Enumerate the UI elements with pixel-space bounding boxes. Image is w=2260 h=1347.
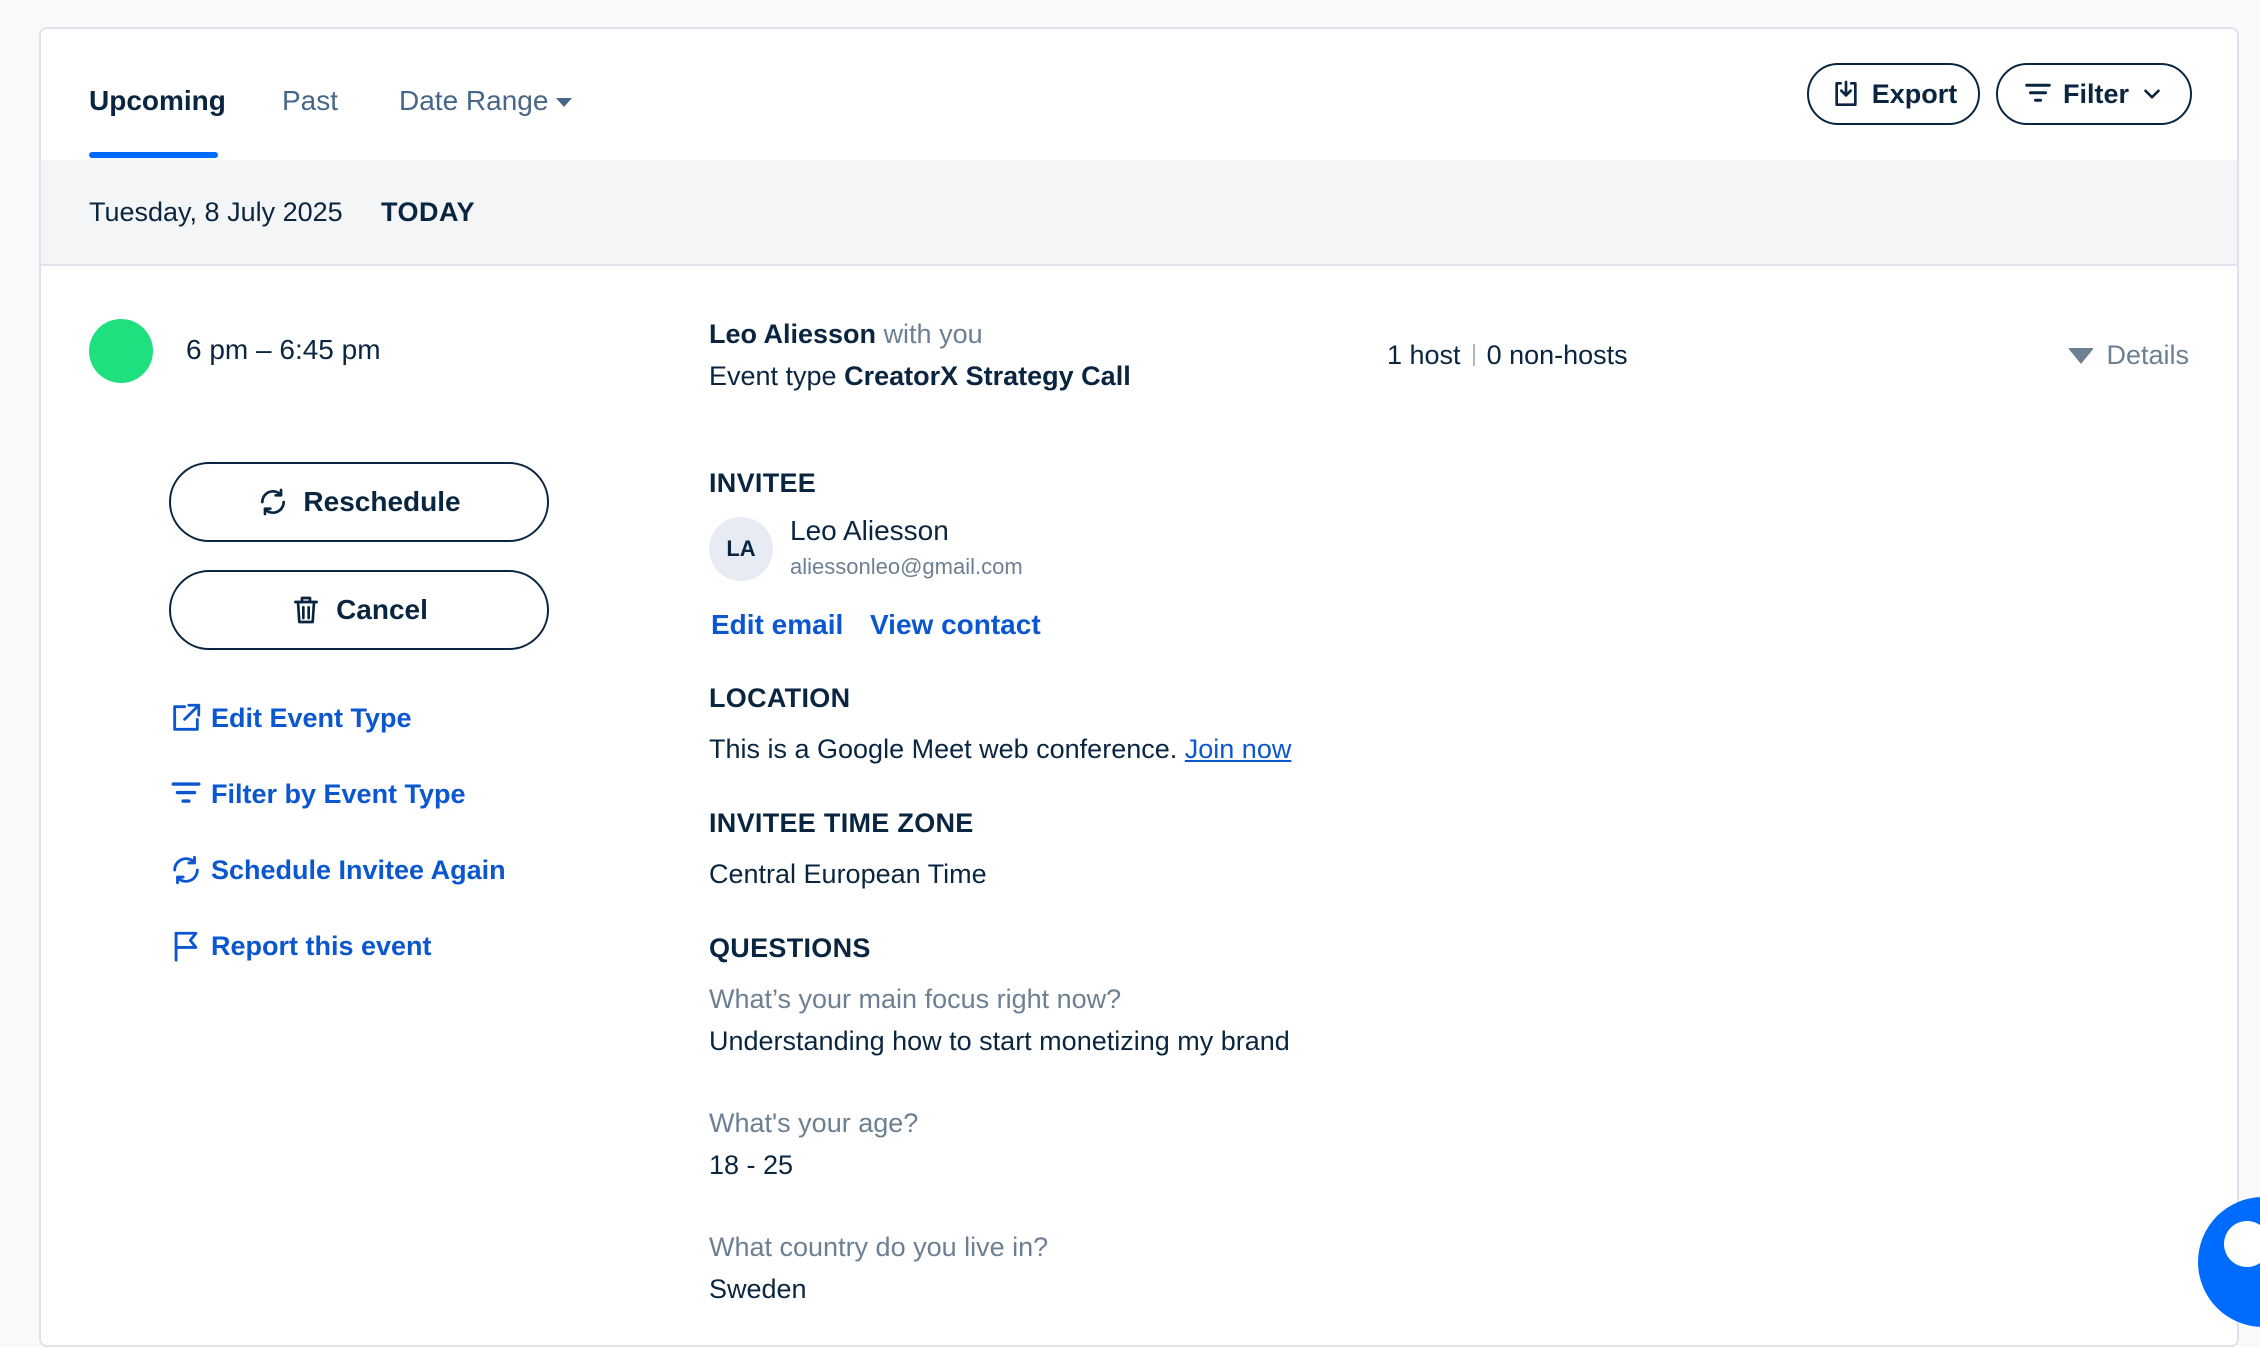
location-heading: LOCATION xyxy=(709,683,851,713)
question-text: What’s your main focus right now? xyxy=(709,984,1122,1014)
edit-email-link[interactable]: Edit email xyxy=(711,609,843,641)
export-button[interactable]: Export xyxy=(1807,63,1980,125)
host-count: 1 host xyxy=(1387,340,1461,370)
day-header: Tuesday, 8 July 2025 TODAY xyxy=(41,160,2237,266)
location-text: This is a Google Meet web conference. Jo… xyxy=(709,734,1291,765)
view-contact-link[interactable]: View contact xyxy=(870,609,1041,641)
filter-icon xyxy=(2025,83,2051,102)
external-link-icon xyxy=(173,703,201,731)
avatar: LA xyxy=(709,517,773,581)
location-description: This is a Google Meet web conference. xyxy=(709,734,1178,764)
active-tab-indicator xyxy=(89,152,218,158)
event-time: 6 pm – 6:45 pm xyxy=(186,334,381,365)
event-type-name: CreatorX Strategy Call xyxy=(844,361,1131,391)
edit-event-type-label: Edit Event Type xyxy=(211,702,412,733)
tab-date-range[interactable]: Date Range xyxy=(399,85,573,117)
schedule-invitee-again-label: Schedule Invitee Again xyxy=(211,854,506,885)
invitee-heading: INVITEE xyxy=(709,468,817,498)
event-participants: Leo Aliesson with you xyxy=(709,319,983,350)
join-now-link[interactable]: Join now xyxy=(1185,734,1292,764)
filter-by-event-type-label: Filter by Event Type xyxy=(211,778,466,809)
reschedule-label: Reschedule xyxy=(303,486,461,517)
host-divider xyxy=(1472,344,1475,366)
refresh-icon xyxy=(173,855,199,885)
tab-past[interactable]: Past xyxy=(282,85,338,117)
event-status-dot xyxy=(89,319,153,383)
invitee-email: aliessonleo@gmail.com xyxy=(790,554,1023,579)
answer-text: Sweden xyxy=(709,1274,807,1304)
filter-button[interactable]: Filter xyxy=(1996,63,2192,125)
download-icon xyxy=(1835,80,1857,106)
refresh-icon xyxy=(261,488,286,516)
chevron-down-icon xyxy=(2144,89,2160,99)
answer-text: 18 - 25 xyxy=(709,1150,794,1180)
non-host-count: 0 non-hosts xyxy=(1486,340,1628,370)
filter-icon xyxy=(171,782,201,803)
caret-down-icon xyxy=(556,98,573,108)
cancel-button[interactable]: Cancel xyxy=(169,570,549,650)
event-with-you: with you xyxy=(883,319,983,349)
question-text: What's your age? xyxy=(709,1108,919,1138)
cancel-label: Cancel xyxy=(336,594,428,625)
filter-by-event-type-link[interactable]: Filter by Event Type xyxy=(169,777,466,811)
tab-bar: Upcoming Past Date Range Export Filter xyxy=(41,29,2237,162)
schedule-invitee-again-link[interactable]: Schedule Invitee Again xyxy=(169,853,506,887)
invitee-name: Leo Aliesson xyxy=(790,515,949,546)
triangle-down-icon xyxy=(2068,347,2095,364)
details-toggle[interactable]: Details xyxy=(2068,340,2189,371)
questions-heading: QUESTIONS xyxy=(709,933,871,963)
host-counts: 1 host 0 non-hosts xyxy=(1387,340,1628,371)
tab-upcoming[interactable]: Upcoming xyxy=(89,85,226,117)
report-event-label: Report this event xyxy=(211,930,432,961)
timezone-value: Central European Time xyxy=(709,859,987,889)
tab-date-range-label: Date Range xyxy=(399,85,549,116)
timezone-heading: INVITEE TIME ZONE xyxy=(709,808,974,838)
event-type-prefix: Event type xyxy=(709,361,837,391)
edit-event-type-link[interactable]: Edit Event Type xyxy=(169,701,412,735)
event-invitee-name: Leo Aliesson xyxy=(709,319,877,349)
export-label: Export xyxy=(1871,78,1958,109)
today-label: TODAY xyxy=(381,197,476,227)
flag-icon xyxy=(174,931,198,962)
question-text: What country do you live in? xyxy=(709,1232,1049,1262)
report-event-link[interactable]: Report this event xyxy=(169,929,432,963)
chat-icon xyxy=(2224,1221,2260,1267)
details-label: Details xyxy=(2106,340,2189,370)
trash-icon xyxy=(294,596,319,624)
event-type-line: Event type CreatorX Strategy Call xyxy=(709,361,1131,392)
day-date: Tuesday, 8 July 2025 xyxy=(89,197,343,227)
scheduled-events-card: Upcoming Past Date Range Export Filter T… xyxy=(39,27,2239,1347)
answer-text: Understanding how to start monetizing my… xyxy=(709,1026,1290,1056)
filter-label: Filter xyxy=(2062,78,2129,109)
reschedule-button[interactable]: Reschedule xyxy=(169,462,549,542)
